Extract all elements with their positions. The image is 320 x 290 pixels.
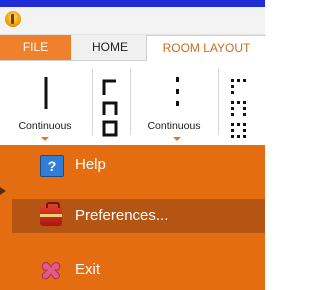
ribbon-separator [130, 69, 131, 135]
menu-item-exit[interactable]: Exit [12, 253, 265, 287]
menu-item-label: Exit [75, 261, 101, 278]
app-icon[interactable] [5, 11, 21, 27]
menu-item-label: Preferences... [75, 207, 169, 224]
ribbon-tabs: FILE HOME ROOM LAYOUT [0, 35, 266, 62]
title-bar [0, 7, 265, 35]
menu-item-help[interactable]: ? Help [12, 148, 265, 182]
help-icon: ? [40, 155, 64, 177]
dotted-segmented-line-button[interactable] [220, 65, 265, 141]
toolbox-icon [40, 202, 62, 226]
tab-home[interactable]: HOME [78, 35, 142, 60]
vertical-line-icon [44, 77, 48, 109]
dotted-line-icon [176, 77, 179, 106]
line-style-dotted-button[interactable]: Continuous [132, 65, 216, 141]
ribbon-separator [92, 69, 93, 135]
tab-file[interactable]: FILE [0, 35, 71, 60]
line-style-label: Continuous [147, 120, 201, 132]
menu-pointer [0, 187, 6, 195]
window-top-strip [0, 0, 265, 7]
menu-item-label: Help [75, 156, 106, 173]
tab-room-layout[interactable]: ROOM LAYOUT [146, 35, 266, 62]
line-style-continuous-button[interactable]: Continuous [0, 65, 90, 141]
chevron-down-icon[interactable] [41, 137, 49, 141]
segmented-line-icon [102, 79, 118, 137]
chevron-down-icon[interactable] [173, 137, 181, 141]
dotted-segmented-line-icon [231, 79, 246, 138]
menu-item-preferences[interactable]: Preferences... [12, 199, 265, 233]
exit-icon [41, 262, 61, 280]
line-style-label: Continuous [18, 120, 72, 132]
ribbon-panel: Continuous Continuous [0, 61, 265, 143]
file-menu: ? Help Preferences... Exit [0, 145, 265, 290]
ribbon-separator [218, 69, 219, 135]
segmented-line-button[interactable] [94, 65, 128, 141]
